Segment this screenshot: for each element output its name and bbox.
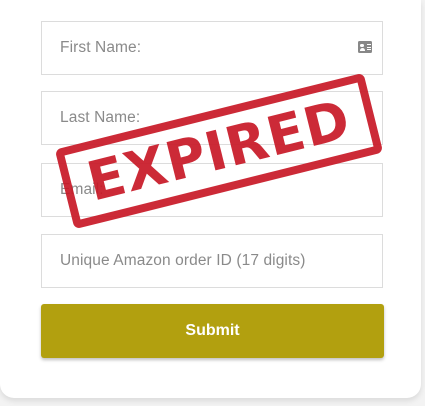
last-name-placeholder: Last Name:	[60, 109, 141, 126]
email-placeholder: Email:	[60, 181, 104, 198]
first-name-placeholder: First Name:	[60, 39, 142, 56]
email-field[interactable]: Email:	[41, 163, 383, 217]
form-card: First Name: Last Name: Email: Unique Ama…	[0, 0, 421, 398]
order-id-field[interactable]: Unique Amazon order ID (17 digits)	[41, 234, 383, 288]
submit-button[interactable]: Submit	[41, 304, 384, 358]
first-name-field[interactable]: First Name:	[41, 21, 383, 75]
contact-card-icon[interactable]	[358, 41, 372, 53]
last-name-field[interactable]: Last Name:	[41, 91, 383, 145]
order-id-placeholder: Unique Amazon order ID (17 digits)	[60, 252, 306, 269]
